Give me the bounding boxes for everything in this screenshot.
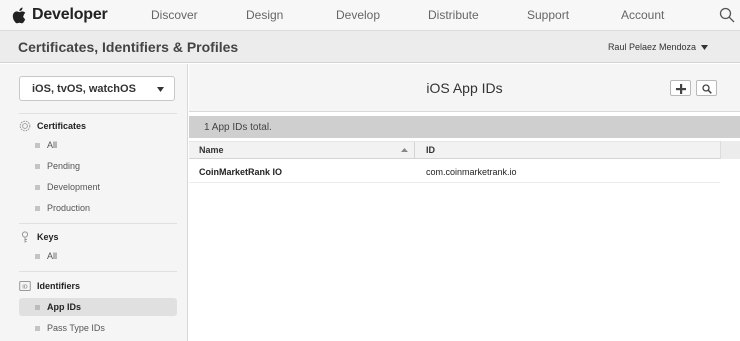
bullet-icon [35,142,40,148]
key-icon [21,231,29,243]
divider [19,271,177,272]
divider [19,113,177,114]
main-panel: iOS App IDs 1 App IDs total. Name ID Coi… [189,64,740,341]
user-menu[interactable]: Raul Pelaez Mendoza [608,42,708,52]
table-header-corner [720,141,740,159]
search-app-ids-button[interactable] [696,80,717,96]
sidebar-item-certificates-all[interactable]: All [19,136,177,154]
add-app-id-button[interactable] [670,80,691,96]
section-identifiers[interactable]: ID Identifiers [19,280,80,292]
bullet-icon [35,163,40,169]
global-nav: Developer Discover Design Develop Distri… [0,0,740,31]
sidebar: iOS, tvOS, watchOS Certificates All Pend… [0,64,188,341]
sidebar-item-label: Pass Type IDs [47,323,105,333]
section-keys[interactable]: Keys [19,231,59,243]
sidebar-item-label: All [47,251,58,261]
user-name: Raul Pelaez Mendoza [607,42,696,52]
results-count-bar: 1 App IDs total. [189,116,740,138]
app-id-identifier: com.coinmarketrank.io [426,167,517,177]
sidebar-item-pass-type-ids[interactable]: Pass Type IDs [19,319,177,337]
sidebar-item-label: Development [47,182,101,192]
certificate-badge-icon [19,120,31,132]
brand-label: Developer [32,6,108,23]
section-identifiers-title: Identifiers [37,281,81,291]
page-title: Certificates, Identifiers & Profiles [18,39,239,55]
bullet-icon [35,253,40,259]
sidebar-item-app-ids[interactable]: App IDs [19,298,177,316]
caret-down-icon [157,87,164,92]
id-card-icon: ID [19,281,31,291]
caret-down-icon [701,44,708,50]
nav-support[interactable]: Support [527,8,569,22]
table-header: Name ID [189,141,720,159]
nav-account[interactable]: Account [621,8,664,22]
bullet-icon [35,205,40,211]
app-id-name: CoinMarketRank IO [199,167,283,177]
results-count: 1 App IDs total. [204,122,272,133]
main-title: iOS App IDs [426,80,503,96]
apple-logo-icon [12,7,26,23]
nav-discover[interactable]: Discover [151,8,198,22]
bullet-icon [35,325,40,331]
nav-develop[interactable]: Develop [336,8,380,22]
search-icon [702,84,712,94]
sidebar-item-label: App IDs [47,302,82,312]
nav-design[interactable]: Design [246,8,283,22]
column-header-name[interactable]: Name [199,145,224,155]
svg-text:ID: ID [22,285,27,291]
table-row[interactable]: CoinMarketRank IO com.coinmarketrank.io [189,160,720,183]
sidebar-item-production[interactable]: Production [19,199,177,217]
sidebar-item-label: All [47,140,58,150]
plus-icon [676,84,686,94]
sidebar-item-label: Pending [47,161,81,171]
column-header-id[interactable]: ID [426,145,435,155]
column-divider [414,142,415,159]
divider [19,223,177,224]
developer-home-link[interactable]: Developer [12,4,108,26]
sidebar-item-development[interactable]: Development [19,178,177,196]
page-header: Certificates, Identifiers & Profiles Rau… [0,31,740,63]
section-keys-title: Keys [37,232,59,242]
sidebar-item-keys-all[interactable]: All [19,247,177,265]
main-header: iOS App IDs [189,64,740,112]
bullet-icon [35,304,40,310]
sort-ascending-icon[interactable] [401,148,408,152]
sidebar-item-label: Production [47,203,91,213]
bullet-icon [35,184,40,190]
platform-select[interactable]: iOS, tvOS, watchOS [19,76,175,101]
search-icon[interactable] [719,7,735,23]
section-certificates[interactable]: Certificates [19,120,86,132]
platform-select-value: iOS, tvOS, watchOS [32,83,136,95]
nav-distribute[interactable]: Distribute [428,8,479,22]
sidebar-item-pending[interactable]: Pending [19,157,177,175]
section-certificates-title: Certificates [37,121,87,131]
